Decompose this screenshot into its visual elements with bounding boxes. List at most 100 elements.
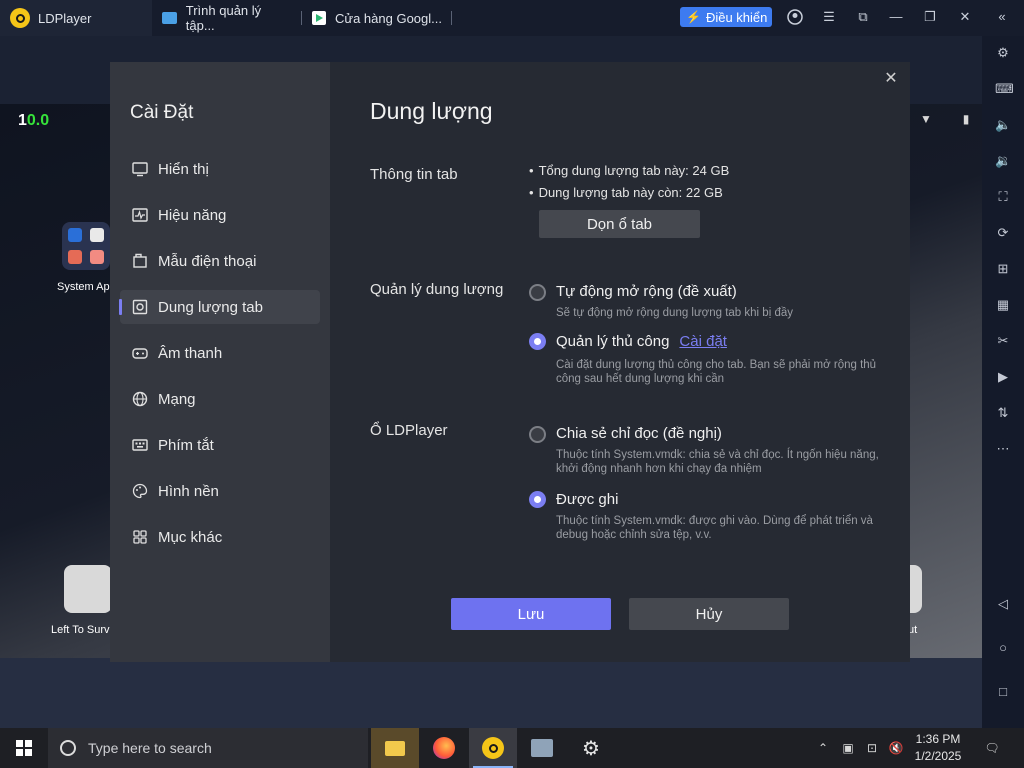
android-bottom-bar xyxy=(0,658,982,728)
windows-taskbar: Type here to search ⚙ ⌃ ▣ ⊡ 🔇 1:36 PM 1/… xyxy=(0,728,1024,768)
settings-sidebar: Cài Đặt Hiển thị Hiệu năng Mẫu điện thoạ… xyxy=(110,62,330,662)
storage-icon xyxy=(132,299,148,315)
nav-label: Hiệu năng xyxy=(158,206,227,224)
clean-tab-button[interactable]: Dọn ổ tab xyxy=(539,210,700,238)
phone-model-icon xyxy=(133,253,147,268)
cancel-button[interactable]: Hủy xyxy=(629,598,789,630)
taskbar-settings[interactable]: ⚙ xyxy=(567,728,615,768)
menu-icon[interactable]: ☰ xyxy=(821,9,837,25)
firefox-icon xyxy=(433,737,455,759)
taskbar-file-explorer[interactable] xyxy=(371,728,419,768)
taskbar-clock[interactable]: 1:36 PM 1/2/2025 xyxy=(908,731,968,765)
apk-install-icon[interactable]: ▦ xyxy=(995,297,1011,313)
nav-wallpaper[interactable]: Hình nền xyxy=(120,474,320,508)
nav-tab-storage[interactable]: Dung lượng tab xyxy=(119,290,320,324)
clock-date: 1/2/2025 xyxy=(914,749,962,763)
sync-icon[interactable]: ⟳ xyxy=(995,225,1011,241)
account-icon[interactable] xyxy=(787,9,803,25)
start-button[interactable] xyxy=(0,728,48,768)
shared-folder-icon[interactable]: ⇅ xyxy=(995,405,1011,421)
add-instance-icon[interactable]: ⊞ xyxy=(995,261,1011,277)
keyboard-icon[interactable]: ⌨ xyxy=(995,81,1014,97)
nav-other[interactable]: Mục khác xyxy=(120,520,320,554)
volume-up-icon[interactable]: 🔈 xyxy=(995,117,1011,133)
notification-icon[interactable]: 🗨 xyxy=(984,740,1000,756)
taskbar-search[interactable]: Type here to search xyxy=(48,728,368,768)
readonly-share-radio[interactable] xyxy=(529,426,546,443)
writable-radio[interactable] xyxy=(529,491,546,508)
manual-settings-link[interactable]: Cài đặt xyxy=(679,333,727,350)
nav-label: Hiển thị xyxy=(158,160,209,178)
android-back-icon[interactable]: ◁ xyxy=(995,596,1011,612)
volume-muted-icon[interactable]: 🔇 xyxy=(888,740,904,756)
manual-management-label[interactable]: Quản lý thủ công xyxy=(556,333,669,350)
nav-shortcuts[interactable]: Phím tắt xyxy=(120,428,320,462)
show-hidden-icons-icon[interactable]: ⌃ xyxy=(815,740,831,756)
save-button[interactable]: Lưu xyxy=(451,598,611,630)
taskbar-ldplayer[interactable] xyxy=(469,728,517,768)
tab-label: Cửa hàng Googl... xyxy=(335,10,442,26)
wifi-icon: ▼ xyxy=(920,112,932,126)
performance-icon xyxy=(132,208,148,222)
taskbar-firefox[interactable] xyxy=(420,728,468,768)
android-recents-icon[interactable]: □ xyxy=(995,684,1011,700)
system-app-folder[interactable] xyxy=(62,222,110,270)
title-bar: LDPlayer Trình quản lý tập... Cửa hàng G… xyxy=(0,0,1024,36)
keyboard-icon xyxy=(132,439,148,451)
taskbar-ldmultiplayer[interactable] xyxy=(518,728,566,768)
total-capacity-text: Tổng dung lượng tab này: 24 GB xyxy=(529,163,730,178)
record-video-icon[interactable]: ▶ xyxy=(995,369,1011,385)
auto-expand-radio[interactable] xyxy=(529,284,546,301)
auto-expand-label[interactable]: Tự động mở rộng (đề xuất) xyxy=(556,283,737,300)
writable-description: Thuộc tính System.vmdk: được ghi vào. Dù… xyxy=(556,515,873,541)
nav-label: Mục khác xyxy=(158,528,223,546)
globe-icon xyxy=(132,391,148,407)
shrink-icon[interactable]: ⧉ xyxy=(855,9,871,25)
tab-label: LDPlayer xyxy=(38,10,92,26)
android-home-icon[interactable]: ○ xyxy=(995,640,1011,656)
remaining-capacity-text: Dung lượng tab này còn: 22 GB xyxy=(529,185,723,200)
monitor-icon xyxy=(132,162,148,177)
close-window-icon[interactable]: ✕ xyxy=(957,9,973,25)
tab-file-manager[interactable]: Trình quản lý tập... xyxy=(152,0,302,36)
readonly-share-label[interactable]: Chia sẻ chỉ đọc (đề nghị) xyxy=(556,425,722,442)
fullscreen-icon[interactable]: ⛶ xyxy=(995,189,1011,205)
battery-icon: ▮ xyxy=(962,112,970,126)
collapse-sidebar-icon[interactable]: « xyxy=(994,9,1010,25)
nav-label: Dung lượng tab xyxy=(158,298,263,316)
close-dialog-icon[interactable]: ✕ xyxy=(882,70,900,88)
tab-ldplayer[interactable]: LDPlayer xyxy=(0,0,152,36)
gamepad-icon xyxy=(132,348,148,359)
multiplayer-icon xyxy=(531,739,553,757)
manual-management-radio[interactable] xyxy=(529,333,546,350)
restore-icon[interactable]: ❐ xyxy=(922,9,938,25)
writable-label[interactable]: Được ghi xyxy=(556,491,618,508)
nav-network[interactable]: Mạng xyxy=(120,382,320,416)
ldplayer-logo-icon xyxy=(10,8,30,28)
search-icon xyxy=(60,740,76,756)
nav-performance[interactable]: Hiệu năng xyxy=(120,198,320,232)
nav-label: Hình nền xyxy=(158,482,219,500)
manual-management-option: Quản lý thủ công Cài đặt xyxy=(556,333,727,350)
grid-icon xyxy=(133,530,147,544)
settings-gear-icon[interactable]: ⚙ xyxy=(995,45,1011,61)
nav-label: Âm thanh xyxy=(158,344,223,362)
left-to-survive-app-icon[interactable] xyxy=(64,565,112,613)
scissors-icon[interactable]: ✂ xyxy=(995,333,1011,349)
nav-sound[interactable]: Âm thanh xyxy=(120,336,320,370)
device-icon[interactable]: ▣ xyxy=(840,740,856,756)
settings-gear-icon: ⚙ xyxy=(582,737,600,760)
storage-management-label: Quản lý dung lượng xyxy=(370,281,504,298)
control-button[interactable]: ⚡ Điều khiển xyxy=(680,7,772,27)
nav-display[interactable]: Hiển thị xyxy=(120,152,320,186)
bolt-icon: ⚡ xyxy=(686,10,701,24)
control-button-label: Điều khiển xyxy=(705,9,768,25)
minimize-icon[interactable]: — xyxy=(888,9,904,25)
readonly-share-description: Thuộc tính System.vmdk: chia sẻ và chỉ đ… xyxy=(556,449,879,475)
nav-phone-model[interactable]: Mẫu điện thoại xyxy=(120,244,320,278)
volume-down-icon[interactable]: 🔉 xyxy=(995,153,1011,169)
tab-play-store[interactable]: Cửa hàng Googl... xyxy=(302,0,452,36)
network-icon[interactable]: ⊡ xyxy=(864,740,880,756)
windows-logo-icon xyxy=(16,740,32,756)
more-icon[interactable]: ⋯ xyxy=(995,441,1011,457)
